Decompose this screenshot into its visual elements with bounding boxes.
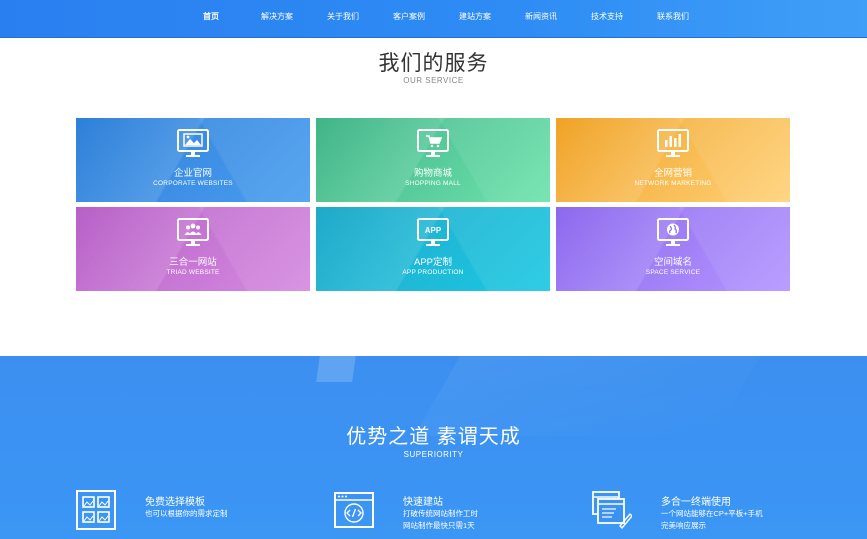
feature-desc-line: 网站制作最快只需1天 — [403, 521, 475, 530]
feature-fast-build: 快速建站 打破传统网站制作工时 网站制作最快只需1天 — [334, 490, 564, 539]
feature-title: 免费选择模板 — [145, 497, 205, 508]
feature-desc-line: 完美响应展示 — [661, 521, 706, 530]
service-title: 我们的服务 — [378, 52, 489, 75]
chart-monitor-icon — [657, 129, 689, 157]
card-title-en: SHOPPING MALL — [405, 180, 461, 187]
feature-desc-line: 一个网站能够在CP+平板+手机 — [661, 509, 763, 518]
users-monitor-icon — [177, 218, 209, 246]
globe-monitor-icon — [657, 218, 689, 246]
service-subtitle: OUR SERVICE — [403, 76, 464, 85]
feature-desc: 一个网站能够在CP+平板+手机 完美响应展示 — [661, 508, 763, 532]
card-title-en: NETWORK MARKETING — [634, 180, 712, 187]
nav-item-news[interactable]: 新闻资讯 — [508, 0, 574, 38]
service-card-triad[interactable]: 三合一网站 TRIAD WEBSITE — [76, 207, 310, 291]
nav-item-contact[interactable]: 联系我们 — [640, 0, 706, 38]
nav-item-about[interactable]: 关于我们 — [310, 0, 376, 38]
nav-item-cases[interactable]: 客户案例 — [376, 0, 442, 38]
nav-item-home[interactable]: 首页 — [178, 0, 244, 38]
nav-item-support[interactable]: 技术支持 — [574, 0, 640, 38]
feature-desc: 也可以根据你的需求定制 — [145, 508, 228, 520]
card-title-cn: 企业官网 — [173, 168, 212, 179]
card-title-cn: 购物商城 — [413, 168, 452, 179]
card-title-en: TRIAD WEBSITE — [166, 269, 220, 276]
app-icon-label: APP — [425, 226, 442, 235]
app-monitor-icon: APP — [417, 218, 449, 246]
card-title-cn: 全网营销 — [653, 168, 692, 179]
service-card-space[interactable]: 空间域名 SPACE SERVICE — [556, 207, 790, 291]
service-card-marketing[interactable]: 全网营销 NETWORK MARKETING — [556, 118, 790, 202]
feature-title: 快速建站 — [403, 497, 443, 508]
card-title-en: APP PRODUCTION — [402, 269, 464, 276]
feature-desc: 打破传统网站制作工时 网站制作最快只需1天 — [403, 508, 478, 532]
nav-menu: 首页 解决方案 关于我们 客户案例 建站方案 新闻资讯 技术支持 联系我们 — [178, 0, 706, 38]
card-title-cn: 空间域名 — [653, 257, 692, 268]
nav-item-solutions[interactable]: 解决方案 — [244, 0, 310, 38]
cart-monitor-icon — [417, 129, 449, 157]
service-card-shopping[interactable]: 购物商城 SHOPPING MALL — [316, 118, 550, 202]
feature-multi-terminal: 多合一终端使用 一个网站能够在CP+平板+手机 完美响应展示 — [592, 490, 822, 539]
card-title-cn: 三合一网站 — [169, 257, 217, 268]
service-card-app[interactable]: APP APP定制 APP PRODUCTION — [316, 207, 550, 291]
card-title-en: CORPORATE WEBSITES — [153, 180, 233, 187]
card-title-cn: APP定制 — [413, 257, 452, 268]
multi-window-icon — [592, 491, 632, 530]
top-nav: 首页 解决方案 关于我们 客户案例 建站方案 新闻资讯 技术支持 联系我们 — [0, 0, 867, 38]
feature-title: 多合一终端使用 — [661, 497, 731, 508]
feature-desc-line: 也可以根据你的需求定制 — [145, 509, 228, 518]
template-grid-icon — [76, 490, 116, 530]
superiority-title: 优势之道 素谓天成 — [346, 426, 521, 448]
card-title-en: SPACE SERVICE — [645, 269, 701, 276]
feature-free-template: 免费选择模板 也可以根据你的需求定制 — [76, 490, 306, 539]
service-card-corporate[interactable]: 企业官网 CORPORATE WEBSITES — [76, 118, 310, 202]
superiority-section: 优势之道 素谓天成 SUPERIORITY 免费选择模板 也可以根据你的需求定制 — [0, 356, 867, 539]
nav-item-site-plans[interactable]: 建站方案 — [442, 0, 508, 38]
code-window-icon — [334, 492, 374, 528]
decorative-shape — [316, 356, 356, 382]
feature-desc-line: 打破传统网站制作工时 — [403, 509, 478, 518]
superiority-subtitle: SUPERIORITY — [403, 450, 464, 459]
image-monitor-icon — [177, 129, 209, 157]
